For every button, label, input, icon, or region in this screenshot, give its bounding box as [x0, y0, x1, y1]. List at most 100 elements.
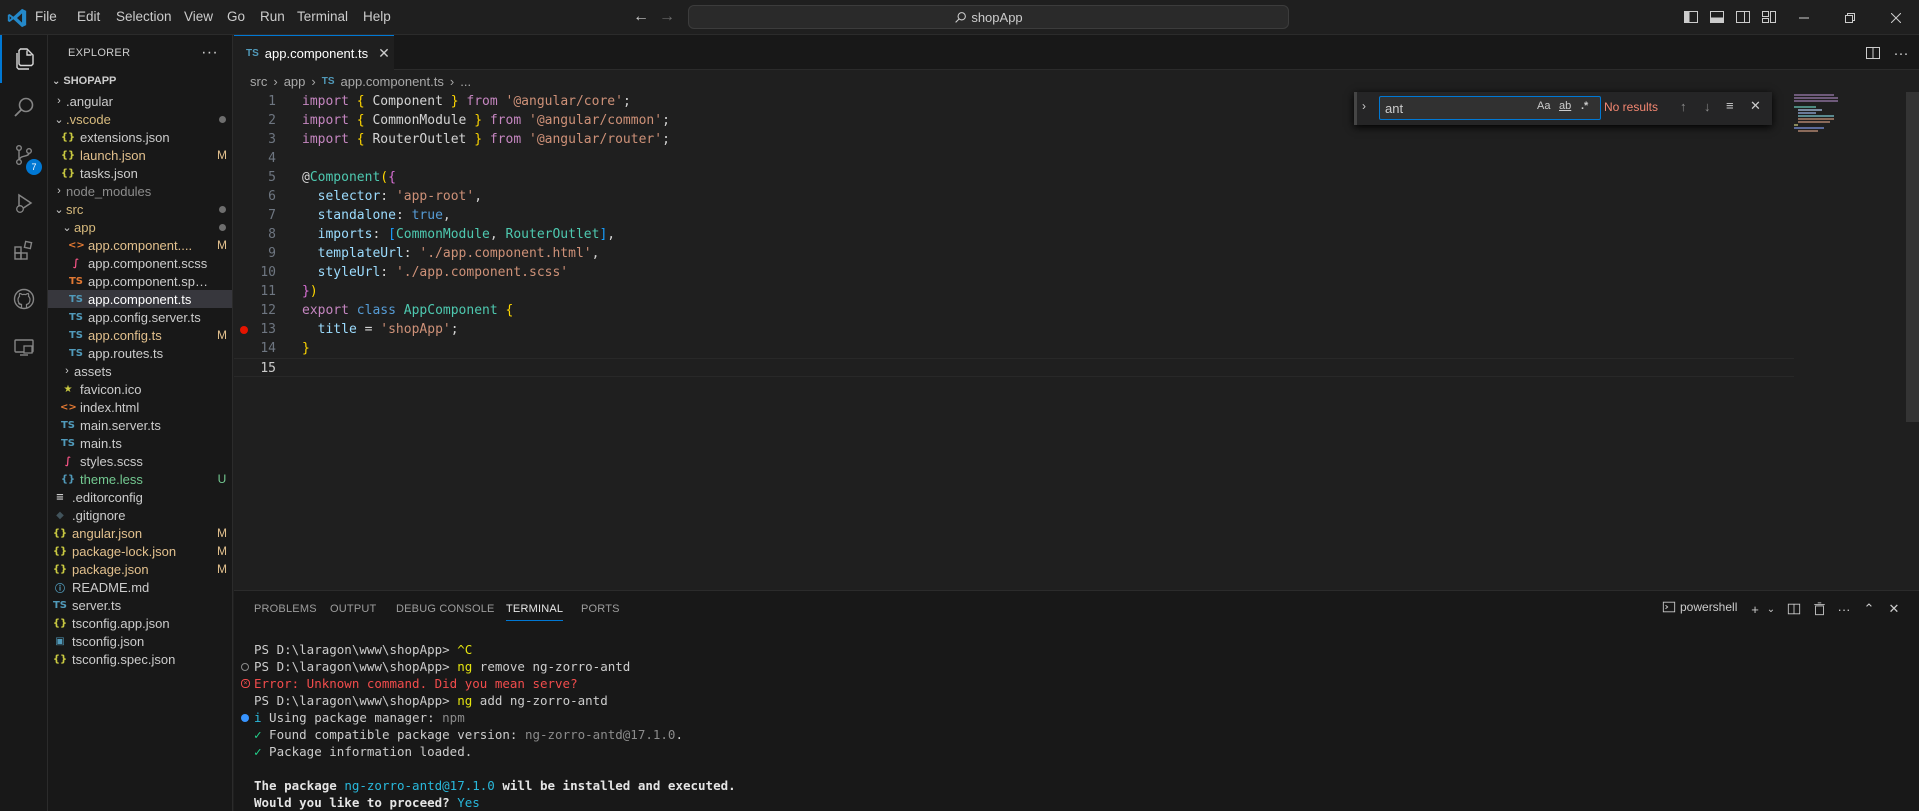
chevron-down-icon[interactable]: ⌄ [1762, 600, 1780, 618]
github-icon[interactable] [0, 275, 48, 323]
find-in-selection-icon[interactable]: ≡ [1726, 98, 1734, 113]
menu-run[interactable]: Run [260, 9, 285, 24]
breadcrumb-file[interactable]: app.component.ts [341, 74, 444, 89]
minimap[interactable] [1794, 92, 1904, 590]
match-case-icon[interactable]: Aa [1537, 100, 1550, 112]
tree-item[interactable]: TS main.server.ts [48, 416, 232, 434]
menu-file[interactable]: File [35, 9, 57, 24]
menu-edit[interactable]: Edit [77, 9, 100, 24]
tree-item[interactable]: <> app.component.... M [48, 236, 232, 254]
code-token: 'shopApp' [380, 322, 451, 337]
tree-item[interactable]: {} extensions.json [48, 128, 232, 146]
tab-output[interactable]: OUTPUT [330, 603, 376, 615]
tree-item[interactable]: {} package-lock.json M [48, 542, 232, 560]
next-match-icon[interactable]: ↓ [1704, 99, 1711, 114]
menu-terminal[interactable]: Terminal [297, 9, 348, 24]
menu-help[interactable]: Help [363, 9, 391, 24]
tree-item[interactable]: {} tasks.json [48, 164, 232, 182]
tree-item[interactable]: {} tsconfig.spec.json [48, 650, 232, 668]
breadcrumb-app[interactable]: app [284, 74, 306, 89]
tree-item[interactable]: ∫ styles.scss [48, 452, 232, 470]
tree-item[interactable]: ⌄ .vscode [48, 110, 232, 128]
toggle-panel-icon[interactable] [1707, 7, 1727, 27]
split-editor-icon[interactable] [1863, 43, 1883, 63]
typescript-file-icon: TS [52, 599, 68, 611]
more-actions-icon[interactable]: ··· [1891, 43, 1911, 63]
toggle-primary-sidebar-icon[interactable] [1681, 7, 1701, 27]
tab-app-component-ts[interactable]: TS app.component.ts ✕ [234, 35, 394, 70]
code-editor[interactable]: 1 import { Component } from '@angular/cor… [234, 92, 1794, 590]
tree-item[interactable]: ▣ tsconfig.json [48, 632, 232, 650]
close-window-icon[interactable] [1873, 0, 1919, 35]
close-icon[interactable]: ✕ [1750, 98, 1761, 114]
tab-ports[interactable]: PORTS [581, 603, 620, 615]
tree-item[interactable]: › .angular [48, 92, 232, 110]
tree-item[interactable]: {} tsconfig.app.json [48, 614, 232, 632]
tab-debug-console[interactable]: DEBUG CONSOLE [396, 603, 495, 615]
tree-item-label: tsconfig.app.json [72, 615, 170, 631]
more-actions-icon[interactable]: ··· [1835, 600, 1853, 618]
tree-item[interactable]: {} launch.json M [48, 146, 232, 164]
close-icon[interactable]: ✕ [378, 45, 390, 62]
split-terminal-icon[interactable] [1785, 600, 1803, 618]
tab-terminal[interactable]: TERMINAL [506, 603, 564, 621]
tree-item-label: .gitignore [72, 507, 126, 523]
tree-item[interactable]: ⌄ app [48, 218, 232, 236]
tree-item[interactable]: ★ favicon.ico [48, 380, 232, 398]
tree-item-label: .editorconfig [72, 489, 143, 505]
tree-item[interactable]: TS app.config.server.ts [48, 308, 232, 326]
tree-item[interactable]: ⓘ README.md [48, 578, 232, 596]
breadcrumb-symbol[interactable]: ... [460, 74, 471, 89]
editor-scrollbar[interactable] [1906, 92, 1919, 422]
tree-item[interactable]: {} angular.json M [48, 524, 232, 542]
tree-item[interactable]: {} theme.less U [48, 470, 232, 488]
search-icon[interactable] [0, 83, 48, 131]
tree-item[interactable]: › node_modules [48, 182, 232, 200]
terminal-text: remove ng-zorro-antd [472, 659, 631, 674]
terminal-shell-selector[interactable]: powershell [1662, 600, 1737, 614]
previous-match-icon[interactable]: ↑ [1680, 99, 1687, 114]
breadcrumb-src[interactable]: src [250, 74, 267, 89]
tree-item[interactable]: › assets [48, 362, 232, 380]
trash-icon[interactable] [1810, 600, 1828, 618]
close-icon[interactable]: ✕ [1885, 600, 1903, 618]
source-control-icon[interactable]: 7 [0, 131, 48, 179]
customize-layout-icon[interactable] [1759, 7, 1779, 27]
command-ring-icon [241, 663, 249, 671]
use-regex-icon[interactable]: .* [1581, 100, 1588, 112]
tree-item[interactable]: ⌄ src [48, 200, 232, 218]
tab-problems[interactable]: PROBLEMS [254, 603, 317, 615]
maximize-panel-icon[interactable]: ⌃ [1860, 600, 1878, 618]
explorer-icon[interactable] [0, 35, 48, 83]
file-tree: › .angular ⌄ .vscode{} extensions.json{} laun… [48, 92, 232, 811]
back-arrow-icon[interactable]: ← [631, 7, 651, 27]
menu-go[interactable]: Go [227, 9, 245, 24]
more-actions-icon[interactable]: ··· [201, 44, 218, 62]
tree-item[interactable]: ∫ app.component.scss [48, 254, 232, 272]
tree-item[interactable]: ◆ .gitignore [48, 506, 232, 524]
workspace-folder[interactable]: ⌄ SHOPAPP [48, 70, 232, 92]
tree-item[interactable]: {} package.json M [48, 560, 232, 578]
forward-arrow-icon[interactable]: → [657, 7, 677, 27]
command-center-search[interactable]: shopApp [688, 5, 1289, 29]
extensions-icon[interactable] [0, 227, 48, 275]
code-token: import [302, 94, 357, 109]
tree-item[interactable]: ≡ .editorconfig [48, 488, 232, 506]
tree-item[interactable]: TS app.component.spec.ts [48, 272, 232, 290]
typescript-file-icon: TS [60, 419, 76, 431]
tree-item[interactable]: TS main.ts [48, 434, 232, 452]
restore-icon[interactable] [1827, 0, 1873, 35]
menu-selection[interactable]: Selection [116, 9, 172, 24]
minimize-icon[interactable] [1781, 0, 1827, 35]
remote-explorer-icon[interactable] [0, 323, 48, 371]
tree-item[interactable]: TS server.ts [48, 596, 232, 614]
tree-item[interactable]: TS app.routes.ts [48, 344, 232, 362]
match-whole-word-icon[interactable]: ab [1559, 100, 1571, 112]
tree-item[interactable]: TS app.component.ts [48, 290, 232, 308]
menu-view[interactable]: View [184, 9, 213, 24]
toggle-secondary-sidebar-icon[interactable] [1733, 7, 1753, 27]
toggle-replace-chevron-icon[interactable]: › [1362, 99, 1366, 113]
tree-item[interactable]: TS app.config.ts M [48, 326, 232, 344]
run-debug-icon[interactable] [0, 179, 48, 227]
tree-item[interactable]: <> index.html [48, 398, 232, 416]
